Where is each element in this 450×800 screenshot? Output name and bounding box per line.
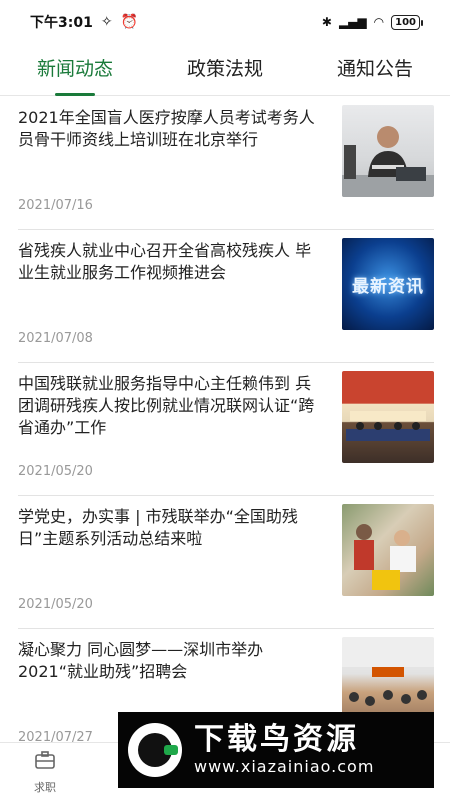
news-item[interactable]: 学党史，办实事 | 市残联举办“全国助残日”主题系列活动总结来啦 2021/05… (18, 496, 434, 629)
news-item[interactable]: 2021年全国盲人医疗按摩人员考试考务人员骨干师资线上培训班在北京举行 2021… (18, 97, 434, 230)
news-date: 2021/05/20 (18, 464, 93, 479)
news-title: 省残疾人就业中心召开全省高校残疾人 毕业生就业服务工作视频推进会 (18, 241, 312, 282)
news-thumbnail (342, 504, 434, 596)
news-item[interactable]: 省残疾人就业中心召开全省高校残疾人 毕业生就业服务工作视频推进会 2021/07… (18, 230, 434, 363)
news-thumbnail (342, 105, 434, 197)
watermark-text: 下载鸟资源 www.xiazainiao.com (194, 723, 374, 777)
watermark-url: www.xiazainiao.com (194, 757, 375, 776)
news-title: 2021年全国盲人医疗按摩人员考试考务人员骨干师资线上培训班在北京举行 (18, 108, 315, 149)
news-date: 2021/05/20 (18, 597, 93, 612)
status-left-icons: ✧ ⏰ (101, 14, 138, 30)
news-date: 2021/07/16 (18, 198, 93, 213)
bird-logo-icon (128, 723, 182, 777)
wifi-icon: ◠ (373, 15, 385, 29)
category-tabs: 新闻动态 政策法规 通知公告 (0, 44, 450, 96)
news-thumbnail (342, 371, 434, 463)
tab-policies[interactable]: 政策法规 (150, 44, 300, 95)
status-time: 下午3:01 (30, 15, 93, 31)
status-right-icons: ✱ ▂▄▆ ◠ 100 (321, 14, 423, 30)
news-title: 凝心聚力 同心圆梦——深圳市举办2021“就业助残”招聘会 (18, 640, 264, 681)
bluetooth-icon: ✱ (321, 15, 332, 29)
tab-notices[interactable]: 通知公告 (300, 44, 450, 95)
briefcase-icon (22, 751, 68, 775)
thumbnail-caption: 最新资讯 (352, 276, 424, 297)
watermark-overlay: 下载鸟资源 www.xiazainiao.com (118, 712, 434, 788)
signal-icon: ▂▄▆ (338, 15, 367, 29)
news-item[interactable]: 中国残联就业服务指导中心主任赖伟到 兵团调研残疾人按比例就业情况联网认证“跨省通… (18, 363, 434, 496)
news-list: 2021年全国盲人医疗按摩人员考试考务人员骨干师资线上培训班在北京举行 2021… (0, 97, 450, 762)
nav-item-label: 求职 (34, 781, 56, 794)
notification-muted-icon: ✧ (100, 14, 113, 30)
news-title: 学党史，办实事 | 市残联举办“全国助残日”主题系列活动总结来啦 (18, 507, 298, 548)
news-date: 2021/07/08 (18, 331, 93, 346)
status-bar: 下午3:01 ✧ ⏰ ✱ ▂▄▆ ◠ 100 (0, 0, 450, 44)
watermark-name: 下载鸟资源 (194, 722, 359, 757)
news-title: 中国残联就业服务指导中心主任赖伟到 兵团调研残疾人按比例就业情况联网认证“跨省通… (18, 374, 315, 437)
alarm-icon: ⏰ (120, 14, 138, 30)
tab-news[interactable]: 新闻动态 (0, 44, 150, 96)
news-thumbnail: 最新资讯 (342, 238, 434, 330)
battery-icon: 100 (391, 14, 423, 30)
nav-item-jobs[interactable]: 求职 (22, 751, 68, 795)
